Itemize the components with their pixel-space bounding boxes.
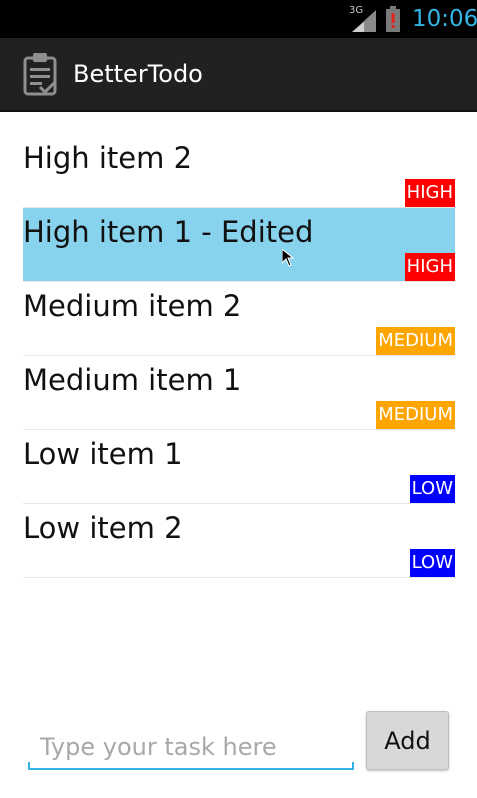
priority-badge: MEDIUM <box>376 327 455 355</box>
task-list-item[interactable]: High item 1 - Edited HIGH <box>23 208 455 282</box>
signal-icon <box>352 10 376 32</box>
input-underline-left-tick <box>28 762 30 770</box>
status-clock: 10:06 <box>412 6 477 32</box>
action-bar: BetterTodo <box>0 38 477 112</box>
task-list: High item 2 HIGH High item 1 - Edited HIGH M… <box>23 134 455 578</box>
task-text: Low item 2 <box>23 511 183 545</box>
task-text: High item 1 - Edited <box>23 215 314 249</box>
task-list-item[interactable]: High item 2 HIGH <box>23 134 455 208</box>
input-underline-right-tick <box>352 762 354 770</box>
task-text: Medium item 1 <box>23 363 242 397</box>
app-title: BetterTodo <box>73 60 203 88</box>
priority-badge: LOW <box>409 475 455 503</box>
priority-badge: MEDIUM <box>376 401 455 429</box>
clipboard-icon <box>23 53 58 96</box>
battery-alert-icon <box>386 6 400 32</box>
priority-badge: HIGH <box>404 179 455 207</box>
task-list-item[interactable]: Medium item 1 MEDIUM <box>23 356 455 430</box>
add-button[interactable]: Add <box>366 711 449 770</box>
priority-badge: LOW <box>409 549 455 577</box>
task-text: High item 2 <box>23 141 193 175</box>
status-bar: 3G 10:06 <box>0 0 477 38</box>
task-text: Medium item 2 <box>23 289 242 323</box>
task-list-item[interactable]: Low item 2 LOW <box>23 504 455 578</box>
task-list-item[interactable]: Low item 1 LOW <box>23 430 455 504</box>
task-input[interactable] <box>28 726 354 770</box>
priority-badge: HIGH <box>404 253 455 281</box>
task-text: Low item 1 <box>23 437 183 471</box>
mouse-cursor-icon <box>282 249 294 267</box>
task-list-item[interactable]: Medium item 2 MEDIUM <box>23 282 455 356</box>
